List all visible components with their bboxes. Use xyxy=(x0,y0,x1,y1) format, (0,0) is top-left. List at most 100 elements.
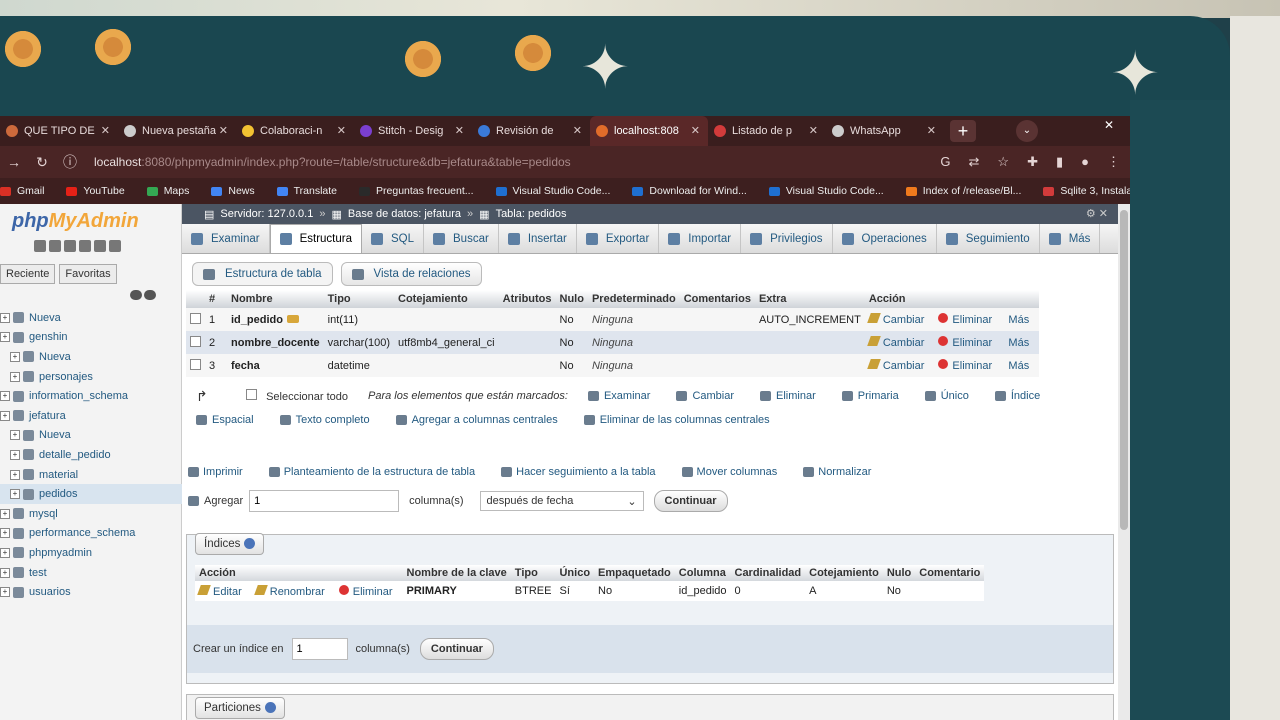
expand-icon[interactable]: + xyxy=(0,508,10,519)
tree-item-pedidos[interactable]: + pedidos xyxy=(0,484,182,504)
row-checkbox[interactable] xyxy=(190,335,201,347)
close-tab-icon[interactable]: ✕ xyxy=(455,124,464,137)
phpmyadmin-logo[interactable]: phpMyAdmin xyxy=(12,210,139,233)
tab-sql[interactable]: SQL xyxy=(362,224,425,253)
change-link[interactable]: Cambiar xyxy=(867,359,924,372)
expand-icon[interactable]: + xyxy=(10,489,20,500)
browser-tab[interactable]: Listado de p ✕ xyxy=(708,116,826,146)
bookmark-item[interactable]: Download for Wind... xyxy=(632,185,747,197)
bookmark-item[interactable]: News xyxy=(211,185,255,197)
bulk-action-2[interactable]: Eliminar xyxy=(760,390,816,402)
bulk-action-0[interactable]: Examinar xyxy=(587,390,650,402)
add-column-continue-button[interactable]: Continuar xyxy=(653,490,728,512)
help-icon[interactable] xyxy=(264,702,276,714)
delete-link[interactable]: Eliminar xyxy=(938,313,992,326)
window-close-icon[interactable]: ✕ xyxy=(1104,118,1114,132)
tool-link-3[interactable]: Mover columnas xyxy=(681,466,777,478)
change-link[interactable]: Cambiar xyxy=(867,313,924,326)
bulk-action-row2-2[interactable]: Agregar a columnas centrales xyxy=(395,414,558,426)
index-delete-link[interactable]: Eliminar xyxy=(338,584,393,598)
google-icon[interactable]: G xyxy=(940,154,950,170)
tab-seguimiento[interactable]: Seguimiento xyxy=(937,224,1040,253)
tab-importar[interactable]: Importar xyxy=(659,224,742,253)
breadcrumb-server[interactable]: Servidor: 127.0.0.1 xyxy=(220,208,313,220)
tool-link-1[interactable]: Planteamiento de la estructura de tabla xyxy=(268,466,475,478)
tree-item-usuarios[interactable]: + usuarios xyxy=(0,582,182,602)
more-dropdown[interactable]: Más xyxy=(1008,314,1029,326)
browser-tab[interactable]: QUE TIPO DE ✕ xyxy=(0,116,118,146)
position-select[interactable]: después de fecha ⌄ xyxy=(479,491,644,511)
gear-icon[interactable]: ⚙ xyxy=(1086,208,1096,220)
collapse-link-icon[interactable] xyxy=(130,290,158,300)
expand-icon[interactable]: + xyxy=(0,391,10,402)
create-index-continue-button[interactable]: Continuar xyxy=(419,638,494,660)
close-tab-icon[interactable]: ✕ xyxy=(691,124,700,137)
more-dropdown[interactable]: Más xyxy=(1008,360,1029,372)
bookmark-item[interactable]: YouTube xyxy=(66,185,125,197)
index-edit-link[interactable]: Editar xyxy=(197,584,242,598)
tree-item-information-schema[interactable]: + information_schema xyxy=(0,386,182,406)
logout-icon[interactable] xyxy=(49,240,61,252)
sidepanel-icon[interactable]: ▮ xyxy=(1056,154,1063,170)
tree-item-genshin[interactable]: + genshin xyxy=(0,328,182,348)
bulk-action-row2-3[interactable]: Eliminar de las columnas centrales xyxy=(583,414,770,426)
browser-tab[interactable]: Colaboraci-n ✕ xyxy=(236,116,354,146)
row-checkbox[interactable] xyxy=(190,312,201,324)
expand-icon[interactable]: + xyxy=(0,567,10,578)
help-icon[interactable] xyxy=(64,240,76,252)
bookmark-item[interactable]: Preguntas frecuent... xyxy=(359,185,474,197)
home-icon[interactable] xyxy=(34,240,46,252)
reload-nav-icon[interactable] xyxy=(109,240,121,252)
browser-tab[interactable]: Nueva pestaña ✕ xyxy=(118,116,236,146)
delete-link[interactable]: Eliminar xyxy=(938,359,992,372)
tree-item-Nueva[interactable]: + Nueva xyxy=(0,426,182,446)
bookmark-item[interactable]: Visual Studio Code... xyxy=(495,185,610,197)
bookmark-item[interactable]: Sqlite 3, Instalación... xyxy=(1043,185,1130,197)
tree-item-Nueva[interactable]: + Nueva xyxy=(0,347,182,367)
index-rename-link[interactable]: Renombrar xyxy=(253,584,325,598)
expand-icon[interactable]: + xyxy=(0,312,10,323)
create-index-count-input[interactable] xyxy=(291,638,348,660)
bookmark-item[interactable]: Gmail xyxy=(0,185,44,197)
bulk-action-5[interactable]: Índice xyxy=(994,390,1040,402)
bulk-action-4[interactable]: Único xyxy=(924,390,969,402)
breadcrumb-database[interactable]: Base de datos: jefatura xyxy=(348,208,461,220)
select-all-label[interactable]: Seleccionar todo xyxy=(266,391,348,403)
close-tab-icon[interactable]: ✕ xyxy=(809,124,818,137)
expand-icon[interactable]: + xyxy=(10,449,20,460)
tree-item-personajes[interactable]: + personajes xyxy=(0,367,182,387)
tab-operaciones[interactable]: Operaciones xyxy=(833,224,937,253)
close-tab-icon[interactable]: ✕ xyxy=(927,124,936,137)
tab-examinar[interactable]: Examinar xyxy=(182,224,270,253)
subtab-relation-view[interactable]: Vista de relaciones xyxy=(340,262,482,286)
profile-icon[interactable]: ● xyxy=(1081,154,1089,170)
browser-tab[interactable]: localhost:808 ✕ xyxy=(590,116,708,146)
tab-recent[interactable]: Reciente xyxy=(0,264,56,284)
delete-link[interactable]: Eliminar xyxy=(938,336,992,349)
expand-icon[interactable]: + xyxy=(0,528,10,539)
tab-ms[interactable]: Más xyxy=(1040,224,1101,253)
bulk-action-row2-1[interactable]: Texto completo xyxy=(279,414,370,426)
new-tab-button[interactable]: + xyxy=(950,120,976,142)
browser-tab[interactable]: Stitch - Desig ✕ xyxy=(354,116,472,146)
tree-item-jefatura[interactable]: + jefatura xyxy=(0,406,182,426)
tab-search-icon[interactable]: ⌄ xyxy=(1016,120,1038,142)
add-column-count-input[interactable] xyxy=(249,490,400,512)
select-all-checkbox[interactable] xyxy=(246,389,257,400)
close-icon[interactable]: ✕ xyxy=(1099,208,1108,220)
tree-item-performance-schema[interactable]: + performance_schema xyxy=(0,524,182,544)
expand-icon[interactable]: + xyxy=(10,371,20,382)
tree-item-material[interactable]: + material xyxy=(0,465,182,485)
bookmark-item[interactable]: Index of /release/Bl... xyxy=(905,185,1021,197)
tool-link-4[interactable]: Normalizar xyxy=(803,466,871,478)
url-field[interactable]: localhost:8080/phpmyadmin/index.php?rout… xyxy=(94,155,571,169)
close-tab-icon[interactable]: ✕ xyxy=(573,124,582,137)
expand-icon[interactable]: + xyxy=(0,332,10,343)
tree-item-mysql[interactable]: + mysql xyxy=(0,504,182,524)
tab-insertar[interactable]: Insertar xyxy=(499,224,577,253)
close-tab-icon[interactable]: ✕ xyxy=(337,124,346,137)
tab-favorites[interactable]: Favoritas xyxy=(59,264,117,284)
menu-icon[interactable]: ⋮ xyxy=(1107,154,1120,170)
expand-icon[interactable]: + xyxy=(10,430,20,441)
change-link[interactable]: Cambiar xyxy=(867,336,924,349)
